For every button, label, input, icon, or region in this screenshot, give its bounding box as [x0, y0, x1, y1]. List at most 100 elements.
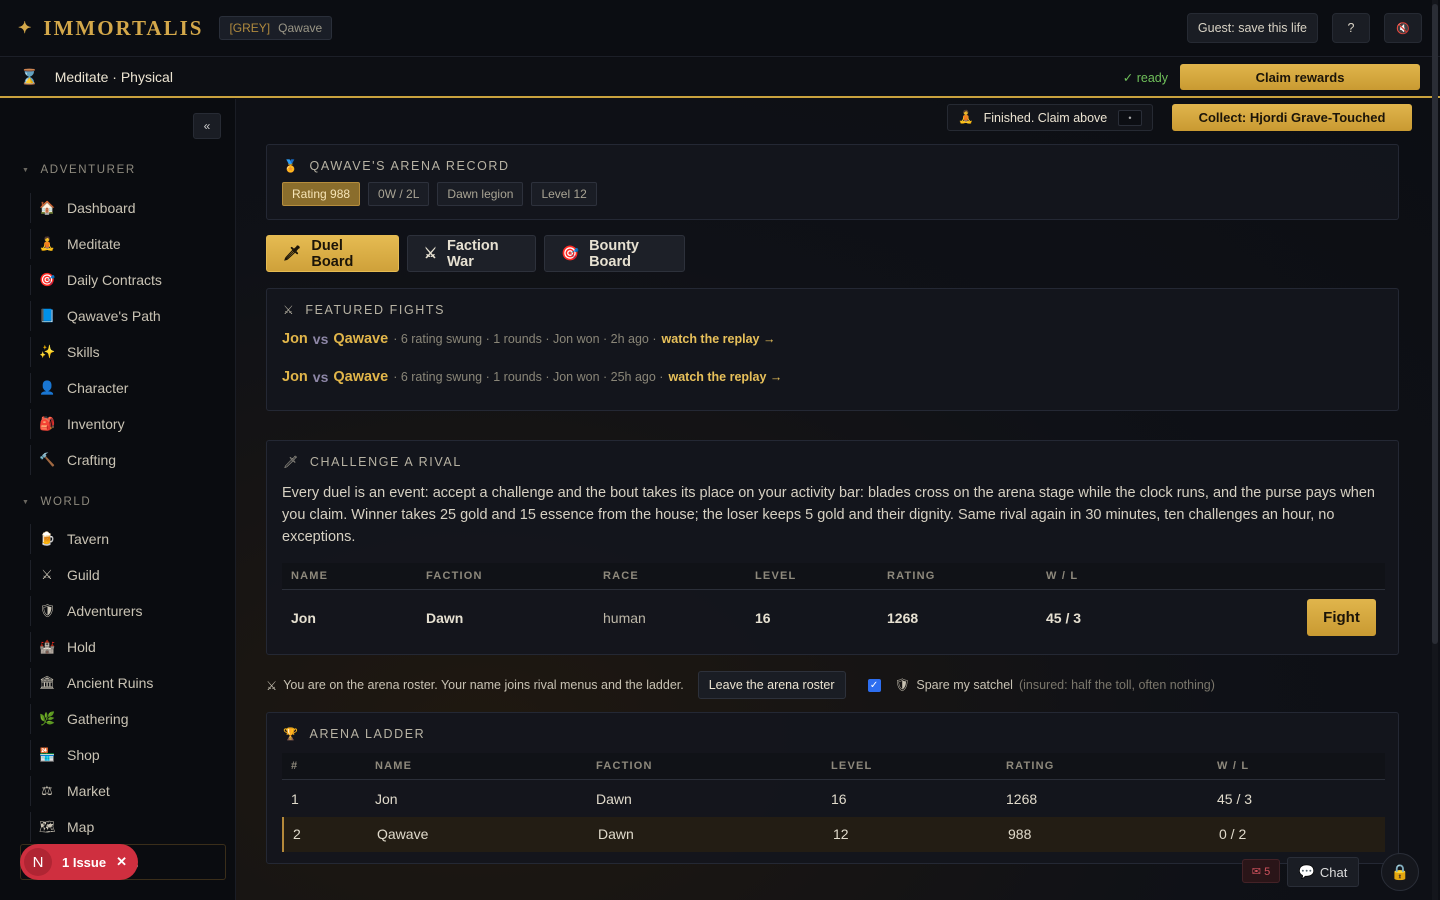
tab-label: Duel Board [311, 237, 354, 270]
sidebar-item-inventory[interactable]: 🎒 Inventory [30, 409, 220, 439]
character-tag: [GREY] Qawave [219, 16, 333, 40]
dagger-icon: 🗡 [283, 246, 302, 262]
table-row: Jon Dawn human 16 1268 45 / 3 Fight [282, 592, 1385, 644]
sidebar-item-label: Hold [67, 639, 96, 655]
fighter-b[interactable]: Qawave [333, 369, 388, 385]
sidebar-item-crafting[interactable]: 🔨 Crafting [30, 445, 220, 475]
issue-label: 1 Issue [62, 854, 107, 870]
sidebar-item-meditate[interactable]: 🧘 Meditate [30, 229, 220, 259]
fighter-b[interactable]: Qawave [333, 331, 388, 347]
sidebar-item-qawave-s-path[interactable]: 📘 Qawave's Path [30, 301, 220, 331]
sidebar-item-adventurers[interactable]: 🛡 Adventurers [30, 596, 220, 626]
finished-toggle[interactable]: • [1118, 109, 1142, 126]
target-icon: 🎯 [561, 246, 580, 262]
tab-duel-board[interactable]: 🗡 Duel Board [266, 235, 399, 272]
fight-button[interactable]: Fight [1307, 599, 1376, 636]
leave-roster-button[interactable]: Leave the arena roster [697, 671, 846, 699]
swords-icon: ⚔ [424, 245, 437, 262]
record-chip: 0W / 2L [368, 182, 430, 206]
qawave-s-path-icon: 📘 [39, 308, 56, 323]
col-wl: W / L [1217, 760, 1250, 772]
chat-button[interactable]: 💬 Chat [1287, 857, 1359, 887]
fighter-a[interactable]: Jon [282, 369, 308, 385]
panel-title: 🏅 QAWAVE'S ARENA RECORD [283, 159, 510, 173]
sidebar-item-shop[interactable]: 🏪 Shop [30, 740, 220, 770]
close-icon[interactable]: ✕ [116, 854, 127, 870]
tab-label: Bounty Board [589, 237, 639, 270]
sidebar-item-label: Market [67, 783, 110, 799]
spare-satchel-checkbox[interactable]: ✓ [867, 678, 881, 692]
sidebar-item-dashboard[interactable]: 🏠 Dashboard [30, 193, 220, 223]
scrollbar-thumb[interactable] [1432, 4, 1438, 644]
col-rank: # [291, 760, 299, 772]
crafting-icon: 🔨 [39, 452, 56, 467]
tab-bounty-board[interactable]: 🎯 Bounty Board [544, 235, 685, 272]
sidebar-item-label: Skills [67, 344, 100, 360]
ladder-wl: 0 / 2 [1219, 826, 1247, 842]
table-row-self[interactable]: 2 Qawave Dawn 12 988 0 / 2 [282, 817, 1385, 852]
sidebar-item-daily-contracts[interactable]: 🎯 Daily Contracts [30, 265, 220, 295]
rival-name: Jon [291, 610, 316, 626]
roster-text: You are on the arena roster. Your name j… [283, 678, 684, 692]
issue-badge[interactable]: N 1 Issue ✕ [20, 844, 138, 880]
hold-icon: 🏰 [39, 639, 56, 654]
map-icon: 🗺 [39, 819, 56, 834]
watch-replay-link[interactable]: watch the replay → [662, 332, 776, 346]
sidebar-item-market[interactable]: ⚖ Market [30, 776, 220, 806]
app-logo[interactable]: ✦ IMMORTALIS [18, 16, 203, 41]
sidebar-item-label: Shop [67, 747, 100, 763]
daily-contracts-icon: 🎯 [39, 272, 56, 287]
ancient-ruins-icon: 🏛 [39, 675, 56, 690]
collapse-sidebar-button[interactable]: « [193, 113, 221, 139]
spare-satchel-label[interactable]: Spare my satchel [916, 678, 1013, 692]
scrollbar[interactable] [1432, 0, 1438, 900]
sidebar-item-character[interactable]: 👤 Character [30, 373, 220, 403]
ladder-rating: 988 [1008, 826, 1032, 842]
ladder-rank: 2 [293, 826, 301, 842]
col-name: NAME [375, 760, 413, 772]
chat-label: Chat [1319, 864, 1348, 880]
section-adventurer[interactable]: ▼ ADVENTURER [22, 164, 136, 176]
vs-label: vs [312, 369, 329, 385]
sidebar-item-hold[interactable]: 🏰 Hold [30, 632, 220, 662]
mute-icon[interactable]: 🔇 [1384, 13, 1422, 43]
rival-wl: 45 / 3 [1046, 610, 1082, 626]
skills-icon: ✨ [39, 344, 56, 359]
sidebar-item-gathering[interactable]: 🌿 Gathering [30, 704, 220, 734]
sidebar-item-skills[interactable]: ✨ Skills [30, 337, 220, 367]
ladder-rank: 1 [291, 791, 299, 807]
lock-icon[interactable]: 🔒 [1381, 853, 1419, 891]
claim-rewards-button[interactable]: Claim rewards [1180, 64, 1420, 90]
sidebar-item-label: Inventory [67, 416, 125, 432]
mail-badge[interactable]: ✉ 5 [1242, 859, 1280, 883]
fighter-a[interactable]: Jon [282, 331, 308, 347]
sidebar-item-label: Dashboard [67, 200, 136, 216]
col-wl: W / L [1046, 570, 1079, 582]
col-race: RACE [603, 570, 639, 582]
sidebar-item-map[interactable]: 🗺 Map [30, 812, 220, 842]
activity-label: Meditate · Physical [54, 69, 173, 85]
sidebar-item-label: Meditate [67, 236, 121, 252]
ready-status: ✓ ready [1122, 70, 1168, 85]
guest-save-button[interactable]: Guest: save this life [1186, 13, 1318, 43]
tavern-icon: 🍺 [39, 531, 56, 546]
dashboard-icon: 🏠 [39, 200, 56, 215]
table-row[interactable]: 1 Jon Dawn 16 1268 45 / 3 [282, 782, 1385, 817]
medal-icon: 🏅 [283, 159, 300, 173]
watch-replay-link[interactable]: watch the replay → [668, 370, 782, 384]
sidebar-item-ancient-ruins[interactable]: 🏛 Ancient Ruins [30, 668, 220, 698]
sidebar-item-guild[interactable]: ⚔ Guild [30, 560, 220, 590]
section-world[interactable]: ▼ WORLD [22, 496, 91, 508]
meditate-icon: 🧘 [39, 236, 56, 251]
collect-button[interactable]: Collect: Hjordi Grave-Touched [1172, 104, 1412, 131]
sidebar: « ▼ ADVENTURER 🏠 Dashboard 🧘 Meditate 🎯 Daily … [0, 99, 236, 900]
sidebar-item-tavern[interactable]: 🍺 Tavern [30, 524, 220, 554]
section-world-label: WORLD [40, 496, 92, 508]
meditate-icon: 🧘 [958, 110, 974, 124]
ladder-title: ARENA LADDER [309, 727, 426, 741]
caret-down-icon: ▼ [22, 498, 31, 506]
tab-faction-war[interactable]: ⚔ Faction War [407, 235, 536, 272]
challenge-title: CHALLENGE A RIVAL [309, 455, 462, 469]
help-button[interactable]: ? [1332, 13, 1370, 43]
ladder-level: 12 [833, 826, 849, 842]
